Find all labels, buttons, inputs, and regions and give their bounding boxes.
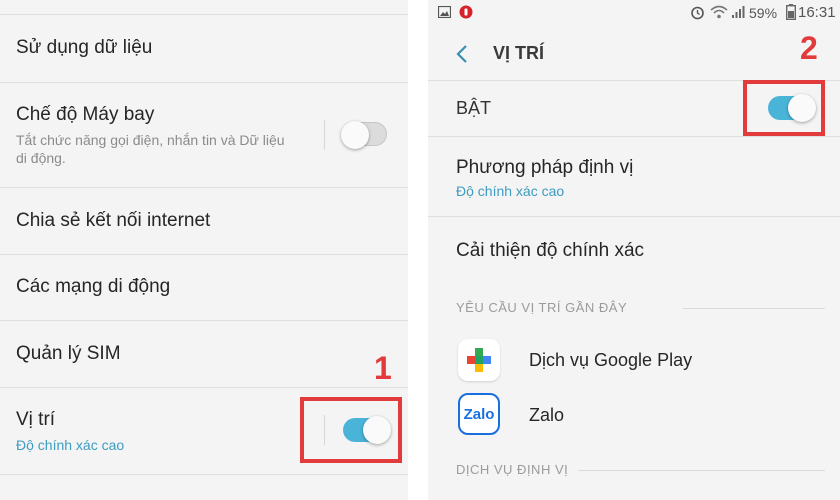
step-marker-2: 2 <box>800 30 818 66</box>
divider <box>0 387 408 388</box>
item-title: Vị trí <box>16 409 56 430</box>
separator <box>324 120 325 150</box>
item-description: Tắt chức năng gọi điện, nhắn tin và Dữ l… <box>16 132 285 166</box>
divider <box>428 216 840 217</box>
battery-icon <box>786 4 796 20</box>
google-play-services-icon <box>458 339 500 381</box>
toggle-knob <box>341 121 369 149</box>
app-name: Dịch vụ Google Play <box>529 350 693 370</box>
item-title: Các mạng di động <box>16 276 171 297</box>
highlight-box-location-toggle <box>300 397 402 463</box>
step-marker-1: 1 <box>374 350 392 386</box>
right-screen: 59% 16:31 VỊ TRÍ BẬT Phương pháp định vị… <box>428 0 840 500</box>
section-header-location-services: DỊCH VỤ ĐỊNH VỊ <box>456 462 569 477</box>
divider <box>0 474 408 475</box>
section-divider <box>683 308 825 309</box>
item-title: Sử dụng dữ liệu <box>16 37 153 58</box>
airplane-mode-toggle[interactable] <box>341 121 387 149</box>
app-notification-icon <box>459 5 473 19</box>
item-title: Phương pháp định vị <box>456 157 634 178</box>
left-screen: Sử dụng dữ liệu Chế độ Máy bay Tắt chức … <box>0 0 408 500</box>
divider <box>0 254 408 255</box>
battery-percentage: 59% <box>749 5 778 21</box>
status-bar: 59% 16:31 <box>428 0 840 26</box>
item-title: Cải thiện độ chính xác <box>456 240 645 261</box>
highlight-box-master-toggle <box>743 80 825 136</box>
zalo-icon-text: Zalo <box>463 406 495 423</box>
app-name: Zalo <box>529 405 565 425</box>
divider <box>0 187 408 188</box>
signal-icon <box>732 6 745 18</box>
gallery-icon <box>438 6 451 18</box>
divider <box>0 320 408 321</box>
item-title: Quản lý SIM <box>16 343 121 364</box>
switch-label: BẬT <box>456 98 492 118</box>
divider <box>0 14 408 15</box>
chevron-left-icon[interactable] <box>456 44 468 64</box>
clock: 16:31 <box>798 4 836 21</box>
item-title: Chế độ Máy bay <box>16 104 155 125</box>
page-title: VỊ TRÍ <box>493 43 545 63</box>
section-divider <box>578 470 825 471</box>
section-header-recent-requests: YÊU CẦU VỊ TRÍ GẦN ĐÂY <box>456 300 628 315</box>
item-title: Chia sẻ kết nối internet <box>16 210 211 231</box>
item-subtitle: Độ chính xác cao <box>16 437 125 453</box>
item-subtitle: Độ chính xác cao <box>456 183 565 199</box>
divider <box>0 82 408 83</box>
divider <box>428 136 840 137</box>
zalo-icon: Zalo <box>458 393 500 435</box>
alarm-icon <box>691 6 704 20</box>
wifi-icon <box>710 5 728 19</box>
